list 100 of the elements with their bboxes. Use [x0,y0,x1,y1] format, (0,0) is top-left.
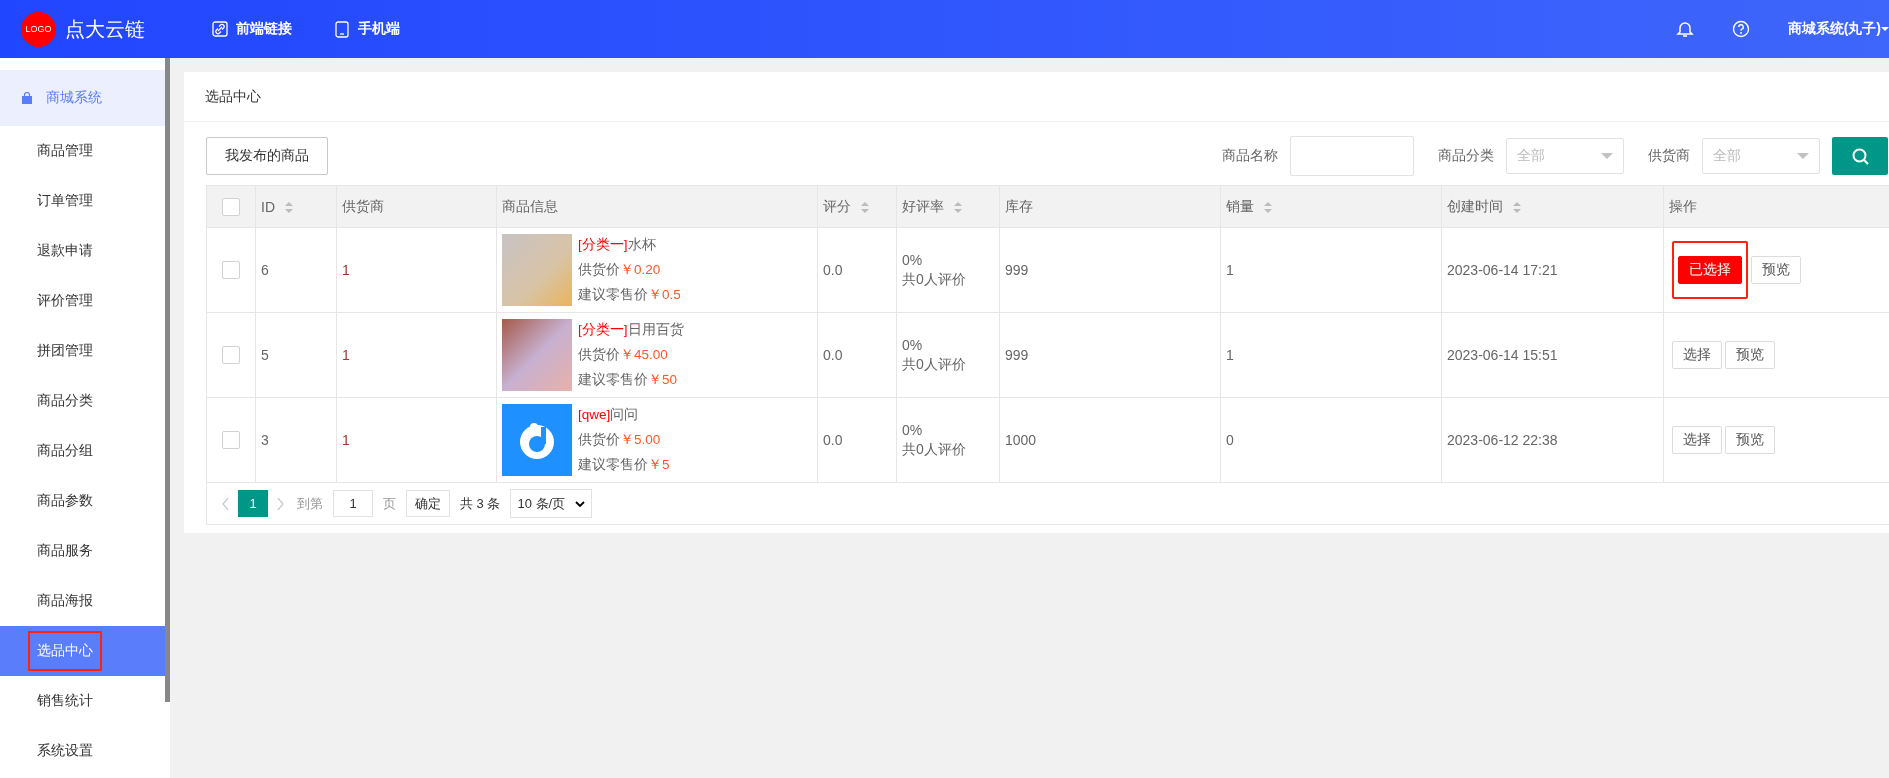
chevron-down-icon [575,500,586,507]
table-cell: 1 [1226,347,1234,363]
table-cell: 2023-06-12 22:38 [1447,432,1558,448]
action-button[interactable]: 选择 [1672,341,1722,369]
column-header: 供货商 [342,197,384,216]
column-header: ID [261,198,275,215]
my-products-button[interactable]: 我发布的商品 [206,137,328,175]
sidebar-item[interactable]: 商品海报 [0,576,165,626]
table-cell: 共0人评价 [902,355,966,374]
caret-icon [1881,27,1889,31]
sidebar-item[interactable]: 订单管理 [0,176,165,226]
checkbox[interactable] [222,431,240,449]
brand-name: 点大云链 [65,16,145,42]
price-label: 建议零售价 [578,372,648,387]
column-header: 商品信息 [502,197,558,216]
checkbox[interactable] [222,197,240,216]
category-tag: [qwe] [578,407,611,422]
sidebar-item[interactable]: 拼团管理 [0,326,165,376]
price-label: 建议零售价 [578,287,648,302]
bell-icon [1675,20,1694,38]
sidebar-item[interactable]: 退款申请 [0,226,165,276]
action-button[interactable]: 已选择 [1678,256,1742,284]
sidebar-item[interactable]: 商品参数 [0,476,165,526]
sidebar-item[interactable]: 销售统计 [0,676,165,726]
nav-link[interactable]: 前端链接 [212,20,292,38]
sort-icon[interactable] [1264,200,1272,213]
sidebar-item[interactable]: 商品管理 [0,126,165,176]
product-photo [502,319,572,391]
table-cell: 3 [261,432,269,448]
page-input[interactable]: 1 [333,490,373,517]
column-header: 评分 [823,197,851,216]
column-header: 创建时间 [1447,197,1503,216]
filter-label: 供货商 [1648,147,1690,165]
sidebar-item[interactable]: 评价管理 [0,276,165,326]
column-header: 库存 [1005,197,1033,216]
action-button[interactable]: 预览 [1725,341,1775,369]
page-size-select[interactable]: 10 条/页 [510,489,593,518]
logo: LOGO [21,11,56,47]
checkbox[interactable] [222,346,240,364]
table-cell: 1 [342,432,350,448]
filter-label: 商品分类 [1438,147,1494,165]
price-value: ￥45.00 [620,347,668,362]
user-menu[interactable]: 商城系统(丸子) [1787,20,1881,38]
price-value: ￥5.00 [620,432,661,447]
table-cell: 0.0 [823,432,843,448]
sidebar-item[interactable]: 商品分类 [0,376,165,426]
price-value: ￥5 [648,457,670,472]
sort-icon[interactable] [954,200,962,213]
table-cell: 共0人评价 [902,440,966,459]
product-name: 问问 [610,407,639,422]
column-header: 操作 [1669,197,1697,216]
table-cell: 5 [261,347,269,363]
caret-icon [1601,153,1613,159]
sort-icon[interactable] [1513,200,1521,213]
product-photo [502,234,572,306]
sidebar-item[interactable]: 商品服务 [0,526,165,576]
table-cell: 999 [1005,262,1029,278]
search-icon [1851,147,1869,165]
category-tag: [分类一] [578,322,628,337]
category-tag: [分类一] [578,237,628,252]
price-label: 供货价 [578,432,620,447]
product-name: 水杯 [627,237,656,252]
price-label: 供货价 [578,262,620,277]
table-cell: 0.0 [823,262,843,278]
filter-label: 商品名称 [1222,147,1278,165]
sidebar-item[interactable]: 选品中心 [28,631,102,671]
action-button[interactable]: 预览 [1725,426,1775,454]
page-number[interactable]: 1 [238,490,268,517]
sidebar-item[interactable]: 系统设置 [0,726,165,776]
table-cell: 0% [902,421,923,438]
input-field[interactable] [1290,136,1414,176]
table-cell: 0% [902,336,923,353]
price-value: ￥0.5 [648,287,681,302]
table-cell: 2023-06-14 15:51 [1447,347,1558,363]
column-header: 销量 [1226,197,1254,216]
table-cell: 0% [902,251,923,268]
table-cell: 6 [261,262,269,278]
table-cell: 共0人评价 [902,270,966,289]
table-cell: 999 [1005,347,1029,363]
chevron-left-icon [221,496,229,511]
nav-link[interactable]: 手机端 [334,20,400,38]
table-cell: 1 [1226,262,1234,278]
action-button[interactable]: 预览 [1751,256,1801,284]
link-icon [212,20,228,38]
confirm-button[interactable]: 确定 [406,490,450,517]
table-cell: 1 [342,262,350,278]
total-count: 共 3 条 [460,494,501,513]
price-value: ￥0.20 [620,262,661,277]
bag-icon [21,91,33,105]
chevron-right-icon [277,496,285,511]
sort-icon[interactable] [285,200,293,213]
price-value: ￥50 [648,372,678,387]
sort-icon[interactable] [861,200,869,213]
price-label: 建议零售价 [578,457,648,472]
sidebar-item[interactable]: 商品分组 [0,426,165,476]
help-icon [1731,20,1750,38]
checkbox[interactable] [222,261,240,279]
search-button[interactable] [1832,137,1888,175]
action-button[interactable]: 选择 [1672,426,1722,454]
caret-icon [1797,153,1809,159]
